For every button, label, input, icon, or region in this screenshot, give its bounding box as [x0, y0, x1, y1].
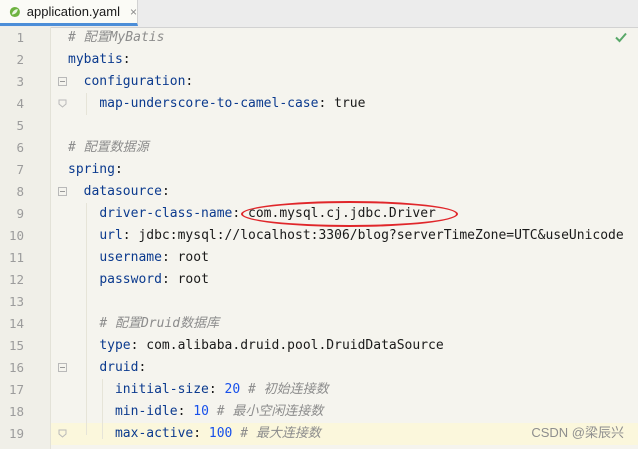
code-line-15: type: com.alibaba.druid.pool.DruidDataSo… [99, 338, 444, 353]
code-line-10: url: jdbc:mysql://localhost:3306/blog?se… [99, 228, 624, 243]
line-number: 8 [16, 184, 24, 199]
code-line-17: initial-size: 20 # 初始连接数 [114, 382, 329, 397]
line-number: 19 [8, 426, 24, 441]
tab-application-yaml[interactable]: application.yaml × [0, 0, 138, 26]
fold-marker-icon[interactable] [58, 363, 67, 372]
line-number: 18 [8, 404, 24, 419]
close-tab-icon[interactable]: × [130, 5, 137, 19]
spring-leaf-icon [9, 6, 20, 17]
code-line-16: druid: [99, 360, 147, 375]
line-number: 1 [16, 30, 24, 45]
tab-label: application.yaml [26, 4, 120, 19]
line-number: 15 [8, 338, 24, 353]
watermark: CSDN @梁辰兴 [531, 425, 624, 440]
code-line-18: min-idle: 10 # 最小空闲连接数 [114, 404, 324, 419]
line-number: 6 [16, 140, 24, 155]
line-number: 5 [16, 118, 24, 133]
line-number: 2 [16, 52, 24, 67]
line-number: 4 [16, 96, 24, 111]
line-number: 17 [8, 382, 24, 397]
line-number: 10 [8, 228, 24, 243]
line-number: 3 [16, 74, 24, 89]
code-line-3: configuration: [83, 74, 194, 89]
line-number: 16 [8, 360, 24, 375]
line-number: 7 [16, 162, 24, 177]
code-line-9: driver-class-name: com.mysql.cj.jdbc.Dri… [99, 206, 436, 221]
code-line-7: spring: [68, 162, 123, 177]
line-number: 13 [8, 294, 24, 309]
code-editor[interactable]: # 配置MyBatis mybatis: configuration: map-… [68, 27, 638, 449]
line-number: 11 [8, 250, 24, 265]
line-number: 14 [8, 316, 24, 331]
code-line-8: datasource: [83, 184, 170, 199]
code-line-1: # 配置MyBatis [68, 30, 165, 45]
fold-end-icon[interactable] [58, 99, 67, 108]
code-line-12: password: root [99, 272, 209, 287]
code-line-4: map-underscore-to-camel-case: true [99, 96, 366, 111]
fold-marker-icon[interactable] [58, 77, 67, 86]
code-line-2: mybatis: [68, 52, 131, 67]
code-line-14: # 配置Druid数据库 [99, 316, 220, 331]
line-number: 12 [8, 272, 24, 287]
code-line-19: max-active: 100 # 最大连接数 [114, 426, 321, 441]
code-line-6: # 配置数据源 [68, 140, 149, 155]
code-line-11: username: root [99, 250, 209, 265]
fold-marker-icon[interactable] [58, 187, 67, 196]
fold-end-icon[interactable] [58, 429, 67, 438]
line-number: 9 [16, 206, 24, 221]
editor-tab-bar: application.yaml × [0, 0, 638, 28]
